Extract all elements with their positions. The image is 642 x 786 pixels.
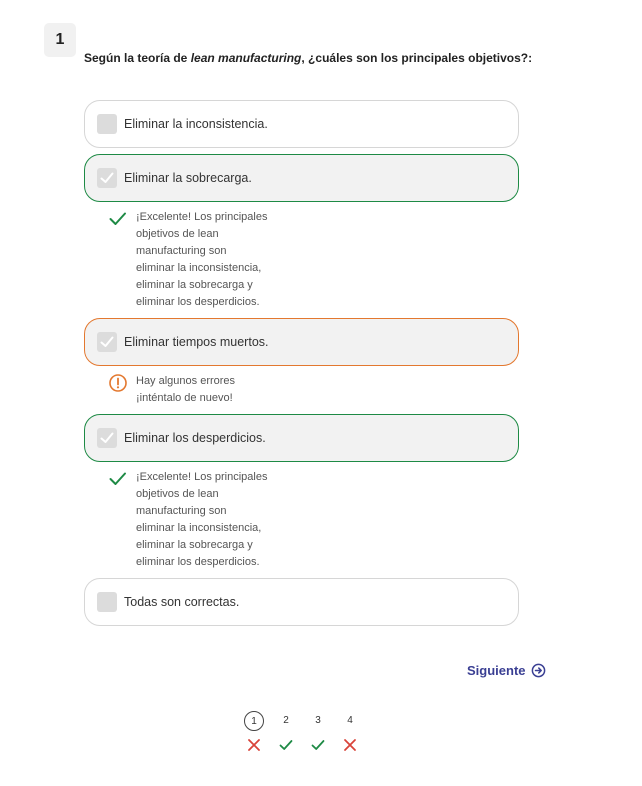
pager-number[interactable]: 2 — [276, 711, 296, 731]
checkbox-checked[interactable] — [97, 428, 117, 448]
question-prefix: Según la teoría de — [84, 51, 191, 65]
next-button-label: Siguiente — [467, 663, 526, 678]
answer-option-2[interactable]: Eliminar la sobrecarga. — [84, 154, 519, 202]
pager-number[interactable]: 3 — [308, 711, 328, 731]
answer-option-label: Todas son correctas. — [124, 595, 240, 609]
answer-option-5[interactable]: Todas son correctas. — [84, 578, 519, 626]
answer-option-label: Eliminar la inconsistencia. — [124, 117, 268, 131]
checkbox-checked[interactable] — [97, 332, 117, 352]
checkmark-icon — [100, 432, 114, 443]
arrow-right-circle-icon — [531, 663, 545, 678]
check-icon — [109, 212, 126, 225]
pager-number[interactable]: 1 — [244, 711, 264, 731]
check-icon — [279, 740, 293, 750]
feedback-text: ¡Excelente! Los principales objetivos de… — [136, 211, 268, 308]
checkmark-icon — [100, 336, 114, 347]
checkbox-checked[interactable] — [97, 168, 117, 188]
checkmark-icon — [100, 172, 114, 183]
alert-circle-icon — [109, 374, 127, 392]
answer-option-4[interactable]: Eliminar los desperdicios. — [84, 414, 519, 462]
answer-option-label: Eliminar la sobrecarga. — [124, 171, 252, 185]
next-button[interactable]: Siguiente — [467, 663, 546, 678]
feedback-wrong: Hay algunos errores ¡inténtalo de nuevo! — [108, 373, 286, 407]
question-number: 1 — [44, 23, 76, 57]
checkbox[interactable] — [97, 592, 117, 612]
answer-option-1[interactable]: Eliminar la inconsistencia. — [84, 100, 519, 148]
pager-item-2[interactable]: 2 — [272, 711, 300, 752]
check-icon — [311, 740, 325, 750]
question-suffix: , ¿cuáles son los principales objetivos?… — [301, 51, 533, 65]
feedback-text: Hay algunos errores ¡inténtalo de nuevo! — [136, 375, 236, 404]
pager-item-3[interactable]: 3 — [304, 711, 332, 752]
question-emphasis: lean manufacturing — [190, 51, 302, 65]
feedback-text: ¡Excelente! Los principales objetivos de… — [136, 471, 268, 568]
pager-item-1[interactable]: 1 — [240, 711, 268, 752]
answer-option-label: Eliminar los desperdicios. — [124, 431, 266, 445]
pager-number[interactable]: 4 — [340, 711, 360, 731]
checkbox[interactable] — [97, 114, 117, 134]
check-icon — [109, 472, 126, 485]
cross-icon — [344, 739, 356, 751]
answer-option-3[interactable]: Eliminar tiempos muertos. — [84, 318, 519, 366]
cross-icon — [248, 739, 260, 751]
feedback-correct: ¡Excelente! Los principales objetivos de… — [108, 469, 286, 571]
feedback-correct: ¡Excelente! Los principales objetivos de… — [108, 209, 286, 311]
pager-item-4[interactable]: 4 — [336, 711, 364, 752]
answer-option-label: Eliminar tiempos muertos. — [124, 335, 269, 349]
question-text: Según la teoría de lean manufacturing, ¿… — [84, 51, 584, 65]
